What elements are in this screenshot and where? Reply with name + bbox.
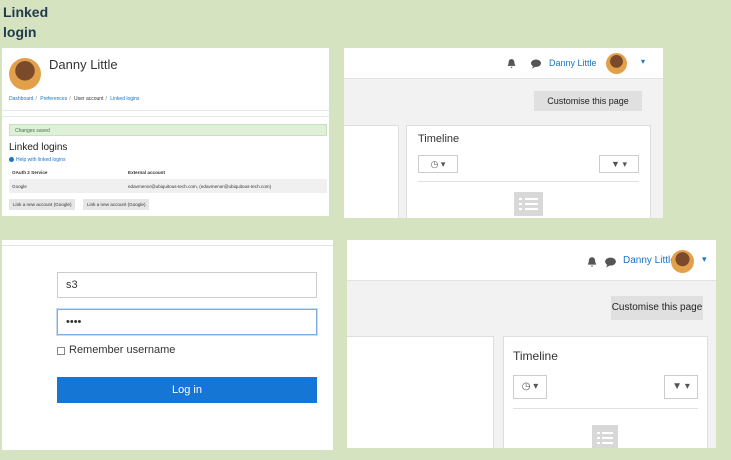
chat-icon[interactable] [604,257,617,268]
timeline-card: Timeline ◷ ▾ ▼ ▾ [503,336,708,448]
page-heading: Linked login [3,2,48,42]
avatar [9,58,41,90]
help-link[interactable]: Help with linked logins [9,157,65,163]
dashboard-panel-top: Danny Little ▾ Customise this page Timel… [344,48,663,218]
username-input[interactable] [57,272,317,298]
cell-service: Google [12,183,27,189]
avatar[interactable] [671,250,694,273]
clock-icon: ◷ [430,159,439,169]
remember-username-label: Remember username [69,344,176,356]
success-alert: Changes saved [9,124,327,136]
column-header-account: External account [128,169,166,175]
list-icon [592,425,618,448]
breadcrumb-dashboard[interactable]: Dashboard [9,96,33,102]
left-card [344,125,399,218]
divider [2,245,333,246]
info-icon [9,157,14,163]
dashboard-body: Customise this page Timeline ◷ ▾ ▼ ▾ [344,79,663,218]
list-icon [514,192,543,216]
heading-line-1: Linked [3,4,49,20]
navbar: Danny Little ▾ [347,240,716,281]
table-header-row: OAuth 2 Service External account [9,165,327,179]
chevron-down-icon: ▾ [440,159,446,169]
link-account-button-1[interactable]: Link a new account (Google) [9,199,76,210]
cell-account: edavmenor@ubiquitous-tech.com, (edavmeno… [128,183,272,189]
login-form-panel: Remember username Log in [2,240,333,450]
password-input[interactable] [57,309,317,335]
chevron-down-icon: ▾ [684,381,690,392]
login-button[interactable]: Log in [57,377,317,403]
linked-logins-panel: Danny Little Dashboard / Preferences / Use… [2,48,329,216]
remember-username-checkbox[interactable] [57,347,65,355]
timeline-card: Timeline ◷ ▾ ▼ ▾ [406,125,651,218]
divider [418,181,639,182]
breadcrumb-user-account: User account [74,96,104,102]
divider [513,408,698,409]
chevron-down-icon: ▾ [533,381,539,392]
chevron-down-icon: ▾ [622,159,627,169]
timeline-sort-filter-button[interactable]: ▼ ▾ [664,375,698,399]
bell-icon[interactable] [506,58,517,69]
avatar[interactable] [606,53,627,74]
table-row: Google edavmenor@ubiquitous-tech.com, (e… [9,179,327,193]
user-menu-name[interactable]: Danny Little [549,58,597,68]
filter-icon: ▼ [672,381,683,392]
page-title: Linked logins [9,142,68,153]
chat-icon[interactable] [530,59,542,69]
breadcrumb-preferences[interactable]: Preferences [40,96,67,102]
timeline-title: Timeline [418,133,460,145]
divider [2,116,329,117]
timeline-title: Timeline [513,349,558,363]
breadcrumb-linked-logins[interactable]: Linked logins [110,96,139,102]
navbar: Danny Little ▾ [344,48,663,79]
profile-user-name: Danny Little [49,57,118,72]
breadcrumb: Dashboard / Preferences / User account / Li… [9,96,140,102]
linked-logins-table: OAuth 2 Service External account Google … [9,165,327,193]
timeline-date-filter-button[interactable]: ◷ ▾ [418,155,458,173]
user-menu-name[interactable]: Danny Little [623,255,676,266]
link-account-button-2[interactable]: Link a new account (Google) [83,199,150,210]
clock-icon: ◷ [521,381,531,392]
chevron-down-icon[interactable]: ▾ [641,57,645,66]
divider [2,110,329,111]
help-link-label: Help with linked logins [16,157,66,163]
bell-icon[interactable] [586,256,598,268]
dashboard-body: Customise this page Timeline ◷ ▾ ▼ ▾ [347,281,716,448]
heading-line-2: login [3,24,37,40]
left-card [347,336,494,448]
timeline-sort-filter-button[interactable]: ▼ ▾ [599,155,639,173]
customise-page-button[interactable]: Customise this page [534,91,642,111]
column-header-service: OAuth 2 Service [12,169,48,175]
chevron-down-icon[interactable]: ▾ [702,254,707,265]
filter-icon: ▼ [611,159,620,169]
customise-page-button[interactable]: Customise this page [611,296,703,320]
timeline-date-filter-button[interactable]: ◷ ▾ [513,375,547,399]
dashboard-panel-bottom: Danny Little ▾ Customise this page Timel… [347,240,716,448]
